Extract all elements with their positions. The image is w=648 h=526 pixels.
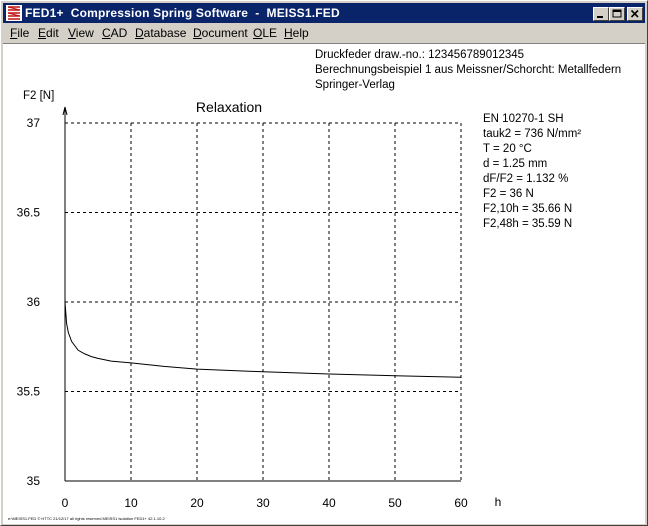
spring-icon[interactable] — [6, 5, 22, 21]
maximize-button[interactable] — [609, 7, 625, 21]
file-info-footer: e:\MEISS1.FED © HTTC 21/12/17 all rights… — [8, 516, 165, 521]
x-tick-label: 10 — [124, 496, 138, 510]
app-window: FED1+ Compression Spring Software - MEIS… — [0, 0, 648, 526]
y-tick-label: 36.5 — [17, 206, 41, 220]
minimize-icon — [597, 16, 603, 18]
menu-document[interactable]: Document — [193, 26, 248, 40]
x-tick-label: 60 — [454, 496, 468, 510]
document-area: Druckfeder draw.-no.: 123456789012345 Be… — [3, 43, 645, 524]
x-axis-label: h — [495, 495, 502, 509]
y-axis-label: F2 [N] — [23, 90, 54, 102]
menu-ole[interactable]: OLE — [253, 26, 277, 40]
x-tick-label: 50 — [388, 496, 402, 510]
y-tick-label: 36 — [27, 295, 41, 309]
y-tick-label: 35 — [27, 474, 41, 488]
close-button[interactable] — [627, 7, 643, 21]
menu-view[interactable]: View — [68, 26, 94, 40]
menu-database[interactable]: Database — [135, 26, 186, 40]
y-tick-label: 35.5 — [17, 385, 41, 399]
chart-title: Relaxation — [196, 99, 262, 115]
x-tick-label: 40 — [322, 496, 336, 510]
x-tick-label: 20 — [190, 496, 204, 510]
x-tick-label: 30 — [256, 496, 270, 510]
menu-bar: File Edit View CAD Database Document OLE… — [3, 24, 645, 43]
window-title: FED1+ Compression Spring Software - MEIS… — [25, 6, 340, 20]
close-icon — [630, 9, 639, 18]
relaxation-chart: F2 [N] Relaxation h 0 10 20 30 40 50 60 35 35.5 3… — [17, 90, 502, 510]
menu-help[interactable]: Help — [284, 26, 309, 40]
menu-file[interactable]: File — [10, 26, 29, 40]
menu-edit[interactable]: Edit — [38, 26, 59, 40]
x-tick-label: 0 — [62, 496, 69, 510]
minimize-button[interactable] — [593, 7, 609, 21]
menu-cad[interactable]: CAD — [102, 26, 127, 40]
y-tick-label: 37 — [27, 116, 41, 130]
title-bar[interactable]: FED1+ Compression Spring Software - MEIS… — [3, 3, 645, 23]
maximize-icon — [612, 9, 622, 18]
